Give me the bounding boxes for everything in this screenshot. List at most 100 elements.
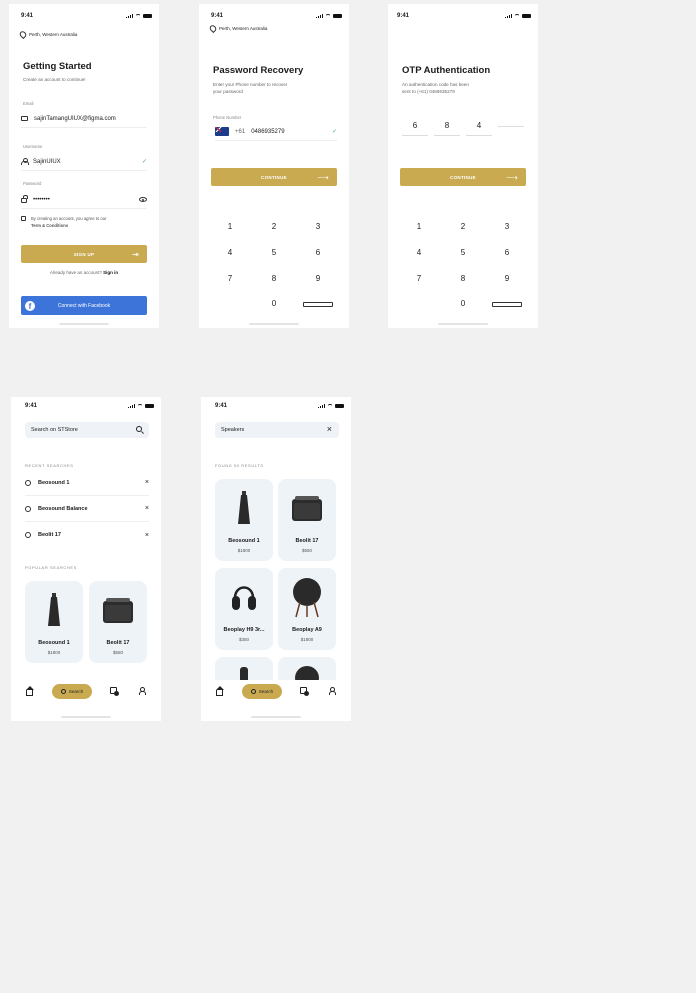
username-field[interactable]: SajinUIUX ✓ xyxy=(21,153,147,171)
cart-icon xyxy=(300,687,309,696)
otp-digit-4[interactable] xyxy=(498,121,524,127)
signal-icon xyxy=(505,14,512,18)
status-icons xyxy=(126,14,152,18)
nav-search[interactable]: Search xyxy=(242,684,282,699)
email-field[interactable]: sajinTamangUIUX@figma.com xyxy=(21,110,147,128)
otp-digit-1[interactable]: 6 xyxy=(402,121,428,136)
product-name: Beosound 1 xyxy=(228,538,260,544)
status-bar: 9:41 xyxy=(9,13,159,23)
key-8[interactable]: 8 xyxy=(448,274,478,283)
clear-icon[interactable]: × xyxy=(327,424,332,434)
terms-checkbox[interactable] xyxy=(21,216,26,221)
nav-search[interactable]: Search xyxy=(52,684,92,699)
nav-home[interactable] xyxy=(216,686,224,696)
check-icon: ✓ xyxy=(331,129,337,135)
key-2[interactable]: 2 xyxy=(448,222,478,231)
terms-link[interactable]: Term & Conditions xyxy=(31,223,68,228)
remove-icon[interactable]: × xyxy=(145,505,149,512)
beosound-1-image xyxy=(238,491,250,524)
signup-button-label: SIGN UP xyxy=(73,251,95,257)
recent-search-item[interactable]: Beosound 1 × xyxy=(25,470,149,496)
product-name: Beosound 1 xyxy=(38,640,70,646)
product-card[interactable]: Beoplay A9 $1800 xyxy=(278,568,336,650)
home-indicator xyxy=(61,716,111,718)
key-0[interactable]: 0 xyxy=(259,299,289,308)
key-3[interactable]: 3 xyxy=(492,222,522,231)
nav-cart[interactable] xyxy=(110,687,119,696)
status-icons xyxy=(316,14,342,18)
nav-profile[interactable] xyxy=(329,687,336,695)
key-9[interactable]: 9 xyxy=(492,274,522,283)
facebook-button[interactable]: f Connect with Facebook xyxy=(21,296,147,315)
product-price: $1800 xyxy=(47,650,61,655)
mail-icon xyxy=(21,116,28,121)
nav-cart[interactable] xyxy=(300,687,309,696)
search-input[interactable]: Search on STStore xyxy=(25,422,149,438)
page-subtitle: Enter your Phone number to recover your … xyxy=(213,81,287,95)
phone-field[interactable]: +61 0486935279 ✓ xyxy=(215,123,337,141)
key-7[interactable]: 7 xyxy=(404,274,434,283)
key-2[interactable]: 2 xyxy=(259,222,289,231)
signup-button[interactable]: SIGN UP ⇥ xyxy=(21,245,147,263)
key-5[interactable]: 5 xyxy=(448,248,478,257)
battery-icon xyxy=(145,404,154,408)
password-label: Password xyxy=(23,181,42,186)
key-1[interactable]: 1 xyxy=(215,222,245,231)
product-card[interactable]: Beosound 1 $1800 xyxy=(215,479,273,561)
signal-icon xyxy=(126,14,133,18)
key-7[interactable]: 7 xyxy=(215,274,245,283)
remove-icon[interactable]: × xyxy=(145,479,149,486)
search-home-screen: 9:41 Search on STStore RECENT SEARCHES B… xyxy=(11,397,161,721)
product-card[interactable]: Beoplay H9 3r... $350 xyxy=(215,568,273,650)
country-code[interactable]: +61 xyxy=(235,129,245,135)
key-0[interactable]: 0 xyxy=(448,299,478,308)
product-card[interactable]: Beolit 17 $550 xyxy=(278,479,336,561)
key-4[interactable]: 4 xyxy=(404,248,434,257)
continue-button-label: CONTINUE xyxy=(261,174,287,180)
beosound-1-image xyxy=(48,593,60,626)
recent-searches-title: RECENT SEARCHES xyxy=(25,463,74,468)
product-card[interactable]: Beolit 17 $550 xyxy=(89,581,147,663)
eye-icon[interactable] xyxy=(139,197,147,202)
password-field[interactable]: •••••••• xyxy=(21,191,147,209)
status-icons xyxy=(505,14,531,18)
continue-button[interactable]: CONTINUE ⟶ xyxy=(211,168,337,186)
key-5[interactable]: 5 xyxy=(259,248,289,257)
otp-digit-2[interactable]: 8 xyxy=(434,121,460,136)
search-input[interactable]: Speakers × xyxy=(215,422,339,438)
key-4[interactable]: 4 xyxy=(215,248,245,257)
location-label: Perth, Western Australia xyxy=(29,32,78,37)
key-9[interactable]: 9 xyxy=(303,274,333,283)
popular-searches-title: POPULAR SEARCHES xyxy=(25,565,77,570)
headphones-image xyxy=(232,586,256,610)
page-title: OTP Authentication xyxy=(402,65,491,76)
location-row[interactable]: Perth, Western Australia xyxy=(18,29,78,40)
search-icon xyxy=(250,689,256,694)
key-6[interactable]: 6 xyxy=(303,248,333,257)
nav-home[interactable] xyxy=(26,686,34,696)
beoplay-a9-image xyxy=(293,578,321,618)
wifi-icon xyxy=(137,404,143,408)
home-indicator xyxy=(251,716,301,718)
nav-search-label: Search xyxy=(68,689,84,694)
backspace-icon xyxy=(303,302,333,307)
battery-icon xyxy=(522,14,531,18)
location-pin-icon xyxy=(18,29,28,40)
key-6[interactable]: 6 xyxy=(492,248,522,257)
key-8[interactable]: 8 xyxy=(259,274,289,283)
key-3[interactable]: 3 xyxy=(303,222,333,231)
australia-flag-icon xyxy=(215,127,229,136)
recent-search-item[interactable]: Beolit 17 × xyxy=(25,522,149,548)
product-card[interactable]: Beosound 1 $1800 xyxy=(25,581,83,663)
continue-button[interactable]: CONTINUE ⟶ xyxy=(400,168,526,186)
search-icon[interactable] xyxy=(136,426,142,432)
remove-icon[interactable]: × xyxy=(145,532,149,539)
otp-digit-3[interactable]: 4 xyxy=(466,121,492,136)
recent-search-item[interactable]: Beosound Balance × xyxy=(25,496,149,522)
signin-link[interactable]: Sign in xyxy=(103,270,118,275)
location-row[interactable]: Perth, Western Australia xyxy=(208,23,267,34)
key-1[interactable]: 1 xyxy=(404,222,434,231)
nav-profile[interactable] xyxy=(139,687,146,695)
home-icon xyxy=(26,686,34,696)
have-account-text: Already have an account? xyxy=(49,270,102,275)
